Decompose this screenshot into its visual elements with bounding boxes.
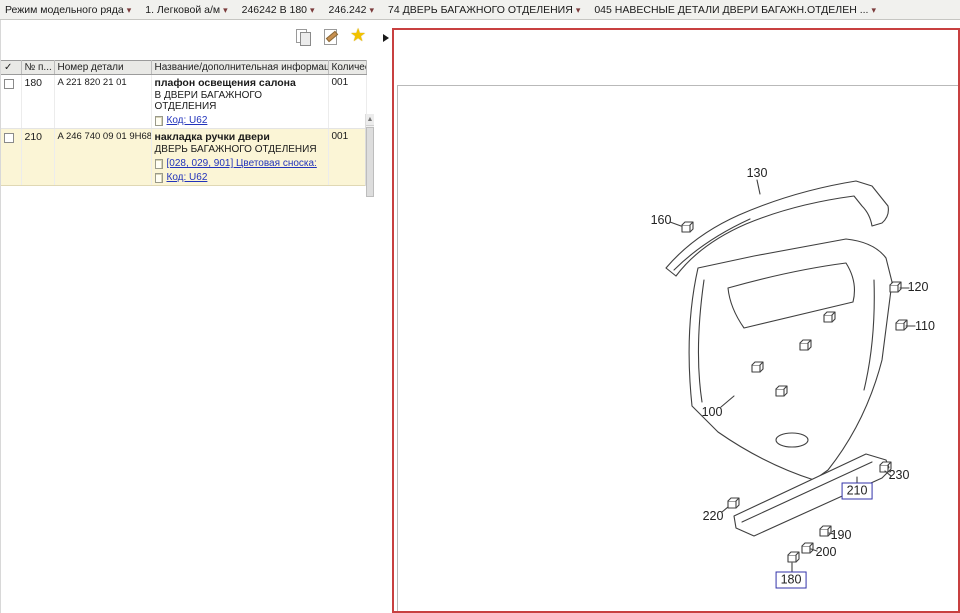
- table-header-row: ✓ № п... Номер детали Название/дополните…: [1, 60, 367, 75]
- topbar-item-group[interactable]: 74 ДВЕРЬ БАГАЖНОГО ОТДЕЛЕНИЯ: [388, 4, 580, 16]
- part-info: ДВЕРЬ БАГАЖНОГО ОТДЕЛЕНИЯ: [154, 144, 317, 155]
- topbar-item-series[interactable]: 246.242: [329, 4, 375, 16]
- code-link[interactable]: Код: U62: [167, 172, 208, 183]
- row-quantity: 001: [328, 74, 367, 129]
- tailgate-diagram: [665, 179, 916, 574]
- topbar-item-label: 045 НАВЕСНЫЕ ДЕТАЛИ ДВЕРИ БАГАЖН.ОТДЕЛЕН…: [594, 3, 869, 16]
- topbar-item-label: 246.242: [328, 3, 367, 16]
- main-content: ✓ № п... Номер детали Название/дополните…: [0, 20, 960, 613]
- diagram-callout-selected[interactable]: 210: [841, 482, 873, 500]
- panel-splitter[interactable]: [374, 20, 392, 613]
- document-icon: [154, 115, 163, 126]
- topbar-item-subgroup[interactable]: 045 НАВЕСНЫЕ ДЕТАЛИ ДВЕРИ БАГАЖН.ОТДЕЛЕН…: [594, 4, 876, 16]
- list-scrollbar[interactable]: [365, 114, 374, 197]
- diagram-callout[interactable]: 100: [702, 405, 723, 419]
- topbar-item-label: 1. Легковой а/м: [145, 3, 221, 16]
- row-quantity: 001: [328, 128, 367, 186]
- row-position: 210: [21, 128, 55, 186]
- diagram-callout[interactable]: 220: [703, 509, 724, 523]
- topbar-item-mode[interactable]: Режим модельного ряда: [5, 4, 131, 16]
- diagram-callout[interactable]: 160: [651, 213, 672, 227]
- topbar-item-label: Режим модельного ряда: [5, 3, 124, 16]
- part-name: накладка ручки двери: [154, 131, 270, 143]
- topbar-item-vehicle-class[interactable]: 1. Легковой а/м: [145, 4, 227, 16]
- row-part-number: A 221 820 21 01: [54, 74, 152, 129]
- row-position: 180: [21, 74, 55, 129]
- topbar-item-model[interactable]: 246242 В 180: [242, 4, 315, 16]
- diagram-callout[interactable]: 120: [908, 280, 929, 294]
- part-name: плафон освещения салона: [154, 77, 296, 89]
- document-icon: [154, 158, 163, 169]
- scroll-up-icon[interactable]: [366, 114, 374, 126]
- parts-table-wrap: ✓ № п... Номер детали Название/дополните…: [1, 60, 374, 197]
- table-row-selected[interactable]: 210 A 246 740 09 01 9H68 накладка ручки …: [1, 128, 367, 186]
- chevron-down-icon: [871, 4, 876, 16]
- diagram-callout-selected[interactable]: 180: [775, 571, 807, 589]
- chevron-down-icon: [310, 4, 315, 16]
- favorites-star-icon[interactable]: [350, 25, 370, 48]
- parts-list-panel: ✓ № п... Номер детали Название/дополните…: [0, 20, 374, 613]
- copy-document-icon[interactable]: [294, 28, 312, 46]
- topbar-item-label: 74 ДВЕРЬ БАГАЖНОГО ОТДЕЛЕНИЯ: [388, 3, 573, 16]
- breadcrumb-toolbar: Режим модельного ряда 1. Легковой а/м 24…: [0, 0, 960, 20]
- part-info: В ДВЕРИ БАГАЖНОГО ОТДЕЛЕНИЯ: [154, 90, 263, 112]
- header-check[interactable]: ✓: [1, 60, 22, 75]
- edit-list-icon[interactable]: [322, 28, 340, 46]
- row-checkbox[interactable]: [4, 133, 14, 143]
- parts-table: ✓ № п... Номер детали Название/дополните…: [1, 60, 367, 186]
- header-num[interactable]: № п...: [21, 60, 55, 75]
- color-footnote-link[interactable]: [028, 029, 901] Цветовая сноска:: [167, 158, 317, 169]
- collapse-arrow-icon[interactable]: [383, 34, 389, 42]
- diagram-panel: 130 160 120 110 100 230 210 220 190 200 …: [392, 28, 960, 613]
- header-qty[interactable]: Количес...: [328, 60, 367, 75]
- document-icon: [154, 172, 163, 183]
- diagram-callout[interactable]: 190: [831, 528, 852, 542]
- diagram-callout[interactable]: 230: [889, 468, 910, 482]
- chevron-down-icon: [223, 4, 228, 16]
- chevron-down-icon: [576, 4, 581, 16]
- chevron-down-icon: [127, 4, 132, 16]
- topbar-item-label: 246242 В 180: [241, 3, 308, 16]
- code-link[interactable]: Код: U62: [167, 115, 208, 126]
- diagram-callout[interactable]: 130: [747, 166, 768, 180]
- row-part-number: A 246 740 09 01 9H68: [54, 128, 152, 186]
- diagram-callout[interactable]: 110: [915, 319, 935, 333]
- chevron-down-icon: [370, 4, 375, 16]
- header-name[interactable]: Название/дополнительная информация: [151, 60, 329, 75]
- list-toolbar: [1, 20, 374, 60]
- header-part-number[interactable]: Номер детали: [54, 60, 152, 75]
- table-row[interactable]: 180 A 221 820 21 01 плафон освещения сал…: [1, 74, 367, 129]
- row-checkbox[interactable]: [4, 79, 14, 89]
- diagram-callout[interactable]: 200: [816, 545, 837, 559]
- scrollbar-thumb[interactable]: [366, 127, 374, 197]
